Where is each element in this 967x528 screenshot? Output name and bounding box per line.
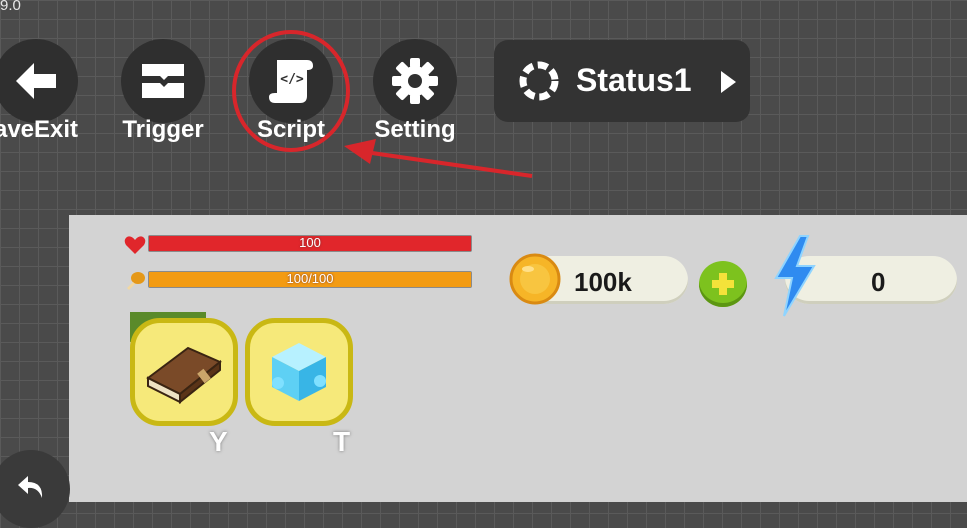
undo-icon bbox=[18, 476, 43, 498]
coin-value: 100k bbox=[574, 267, 632, 297]
item-key-y: Y bbox=[209, 426, 228, 457]
save-exit-label: aveExit bbox=[0, 116, 79, 143]
trigger-blocks-icon bbox=[142, 64, 184, 98]
drumstick-icon bbox=[127, 272, 145, 290]
stamina-value: 100/100 bbox=[286, 271, 334, 286]
save-exit-button[interactable]: aveExit bbox=[0, 39, 78, 143]
setting-label: Setting bbox=[374, 116, 456, 143]
item-key-t: T bbox=[333, 426, 351, 457]
setting-button[interactable]: Setting bbox=[373, 39, 457, 143]
play-arrow-icon[interactable] bbox=[718, 69, 738, 95]
back-button[interactable] bbox=[0, 450, 70, 528]
status-label: Status1 bbox=[576, 62, 692, 98]
health-value: 100 bbox=[299, 235, 321, 250]
version-label: 9.0 bbox=[0, 0, 21, 14]
lightning-icon bbox=[774, 235, 816, 317]
stamina-bar: 100/100 bbox=[148, 271, 472, 288]
status-ring-icon bbox=[519, 61, 559, 101]
gear-icon bbox=[392, 58, 438, 104]
energy-value: 0 bbox=[871, 267, 886, 297]
item-slot-ice-cube[interactable] bbox=[245, 318, 353, 426]
heart-icon bbox=[124, 236, 146, 254]
book-icon bbox=[146, 346, 222, 404]
plus-icon bbox=[712, 273, 734, 295]
arrow-left-icon bbox=[16, 63, 56, 99]
highlight-circle bbox=[232, 30, 350, 152]
coin-icon bbox=[509, 253, 561, 305]
trigger-label: Trigger bbox=[122, 116, 204, 143]
trigger-button[interactable]: Trigger bbox=[121, 39, 205, 143]
health-bar: 100 bbox=[148, 235, 472, 252]
ice-cube-icon bbox=[272, 343, 326, 401]
save-exit-circle[interactable] bbox=[0, 39, 78, 123]
setting-circle[interactable] bbox=[373, 39, 457, 123]
status-selector[interactable]: Status1 bbox=[494, 40, 750, 122]
trigger-circle[interactable] bbox=[121, 39, 205, 123]
add-coins-button[interactable] bbox=[699, 261, 747, 307]
item-slot-book[interactable] bbox=[130, 318, 238, 426]
